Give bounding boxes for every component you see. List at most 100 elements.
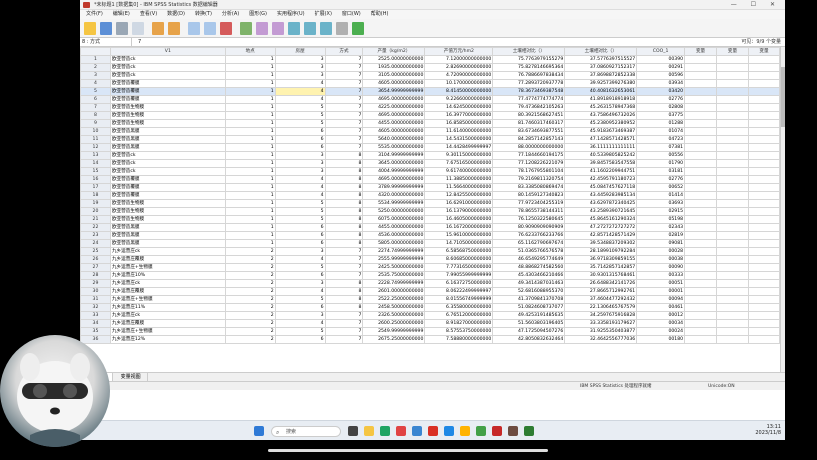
table-cell[interactable]: 8 xyxy=(324,279,364,288)
table-cell[interactable]: 79.2169811320754 xyxy=(492,175,566,184)
table-cell[interactable] xyxy=(747,303,780,312)
table-cell[interactable]: 5 xyxy=(274,207,326,216)
table-cell[interactable]: 5 xyxy=(274,215,326,224)
menu-item-2[interactable]: 查看(V) xyxy=(140,11,157,17)
table-cell[interactable]: 00090 xyxy=(636,263,686,272)
table-cell[interactable]: 2 xyxy=(224,303,276,312)
row-number[interactable]: 21 xyxy=(80,215,111,224)
table-cell[interactable]: 01790 xyxy=(636,159,686,168)
table-cell[interactable]: 1 xyxy=(224,71,276,80)
table-cell[interactable]: 10.1700000000000 xyxy=(424,79,494,88)
table-cell[interactable]: 1 xyxy=(224,151,276,160)
app-red-icon[interactable] xyxy=(396,426,406,436)
table-cell[interactable]: 30.9301315768461 xyxy=(564,271,638,280)
table-cell[interactable]: 07381 xyxy=(636,143,686,152)
menu-item-3[interactable]: 数据(D) xyxy=(167,11,185,17)
table-cell[interactable]: 4 xyxy=(274,183,326,192)
table-cell[interactable]: 34.2597675916828 xyxy=(564,311,638,320)
column-header[interactable]: 土壤相对比（） xyxy=(492,47,566,56)
table-cell[interactable]: 九乡运营庄+生物膜 xyxy=(109,263,226,272)
row-number[interactable]: 24 xyxy=(80,239,111,248)
table-cell[interactable] xyxy=(747,167,780,176)
table-cell[interactable]: 九乡运营庄覆膜 xyxy=(109,255,226,264)
table-cell[interactable]: 8.91827000000000 xyxy=(424,319,494,328)
table-cell[interactable] xyxy=(716,335,749,344)
row-number[interactable]: 2 xyxy=(80,63,111,72)
column-header[interactable]: V1 xyxy=(109,47,226,56)
table-cell[interactable]: 00390 xyxy=(636,55,686,64)
table-cell[interactable] xyxy=(716,119,749,128)
table-cell[interactable]: 8 xyxy=(324,167,364,176)
save-icon[interactable] xyxy=(100,22,112,35)
table-cell[interactable]: 7 xyxy=(324,95,364,104)
column-header[interactable]: COO_1 xyxy=(636,47,686,56)
taskbar-clock[interactable]: 13:11 2023/11/8 xyxy=(755,424,781,436)
table-cell[interactable]: 00051 xyxy=(636,279,686,288)
table-cell[interactable] xyxy=(716,319,749,328)
table-cell[interactable]: 1 xyxy=(224,223,276,232)
table-cell[interactable] xyxy=(684,127,718,136)
table-cell[interactable]: 00028 xyxy=(636,247,686,256)
table-cell[interactable]: 76.1250322580645 xyxy=(492,215,566,224)
table-cell[interactable]: 1 xyxy=(224,183,276,192)
table-cell[interactable]: 15.9610000000000 xyxy=(424,231,494,240)
table-cell[interactable]: 76.7886697838434 xyxy=(492,71,566,80)
table-cell[interactable]: 6 xyxy=(274,143,326,152)
table-cell[interactable]: 7 xyxy=(324,271,364,280)
table-cell[interactable]: 九乡运营庄覆膜 xyxy=(109,287,226,296)
goto-variable-icon[interactable] xyxy=(204,22,216,35)
menu-item-6[interactable]: 图形(G) xyxy=(249,11,267,17)
task-view-icon[interactable] xyxy=(348,426,358,436)
table-row[interactable]: 6 欧亚营造覆膜 1 4 7 4695.00000000000 9.226600000000… xyxy=(80,95,780,104)
table-cell[interactable] xyxy=(747,311,780,320)
table-cell[interactable]: 7.12000000000000 xyxy=(424,55,494,64)
table-cell[interactable]: 7.58880000000000 xyxy=(424,335,494,344)
table-cell[interactable]: 3645.00000000000 xyxy=(362,159,426,168)
table-cell[interactable]: 8.57553750000000 xyxy=(424,327,494,336)
table-cell[interactable]: 1 xyxy=(224,55,276,64)
table-cell[interactable] xyxy=(716,279,749,288)
table-cell[interactable]: 8.60685000000000 xyxy=(424,255,494,264)
table-cell[interactable]: 51.0824608737077 xyxy=(492,303,566,312)
table-cell[interactable]: 36.1111111111111 xyxy=(564,143,638,152)
table-cell[interactable]: 8 xyxy=(324,303,364,312)
table-cell[interactable]: 欧亚营造ck xyxy=(109,63,226,72)
table-cell[interactable]: 4 xyxy=(274,319,326,328)
table-cell[interactable]: 2522.25000000000 xyxy=(362,295,426,304)
table-cell[interactable]: 00024 xyxy=(636,327,686,336)
table-cell[interactable] xyxy=(684,199,718,208)
table-cell[interactable]: 32.4642556777036 xyxy=(564,335,638,344)
table-cell[interactable]: 九乡运营庄+生物膜 xyxy=(109,327,226,336)
table-cell[interactable]: 7.77316500000000 xyxy=(424,263,494,272)
table-cell[interactable] xyxy=(716,311,749,320)
table-cell[interactable]: 8 xyxy=(324,191,364,200)
table-cell[interactable]: 16.1379000000000 xyxy=(424,207,494,216)
table-cell[interactable] xyxy=(747,295,780,304)
table-cell[interactable]: 47.1428571428571 xyxy=(564,135,638,144)
table-cell[interactable]: 7 xyxy=(324,127,364,136)
table-cell[interactable] xyxy=(716,111,749,120)
table-cell[interactable]: 3 xyxy=(274,247,326,256)
row-number[interactable]: 6 xyxy=(80,95,111,104)
table-cell[interactable]: 76.6233766233766 xyxy=(492,231,566,240)
table-cell[interactable]: 8 xyxy=(324,207,364,216)
table-cell[interactable]: 1 xyxy=(224,87,276,96)
table-cell[interactable]: 欧亚营造生物膜 xyxy=(109,111,226,120)
table-cell[interactable] xyxy=(684,263,718,272)
table-cell[interactable]: 3 xyxy=(274,311,326,320)
table-cell[interactable]: 6 xyxy=(274,335,326,344)
table-cell[interactable]: 78.3673469387548 xyxy=(492,87,566,96)
table-cell[interactable]: 88.0000000000000 xyxy=(492,143,566,152)
table-cell[interactable]: 00038 xyxy=(636,255,686,264)
table-cell[interactable]: 16.3977000000000 xyxy=(424,111,494,120)
table-cell[interactable]: 5535.00000000000 xyxy=(362,143,426,152)
column-header[interactable]: 土壤相对比（） xyxy=(564,47,638,56)
table-cell[interactable]: 8 xyxy=(324,231,364,240)
table-row[interactable]: 19 欧亚营造生物膜 1 5 8 5534.99999999999 16.629100000… xyxy=(80,199,780,208)
row-number[interactable]: 18 xyxy=(80,191,111,200)
table-cell[interactable]: 2 xyxy=(224,263,276,272)
table-cell[interactable]: 欧亚营造生物膜 xyxy=(109,103,226,112)
app-taskbar-red2-icon[interactable] xyxy=(428,426,438,436)
table-cell[interactable]: 36.9718309859155 xyxy=(564,255,638,264)
spss-taskbar-icon[interactable] xyxy=(492,426,502,436)
